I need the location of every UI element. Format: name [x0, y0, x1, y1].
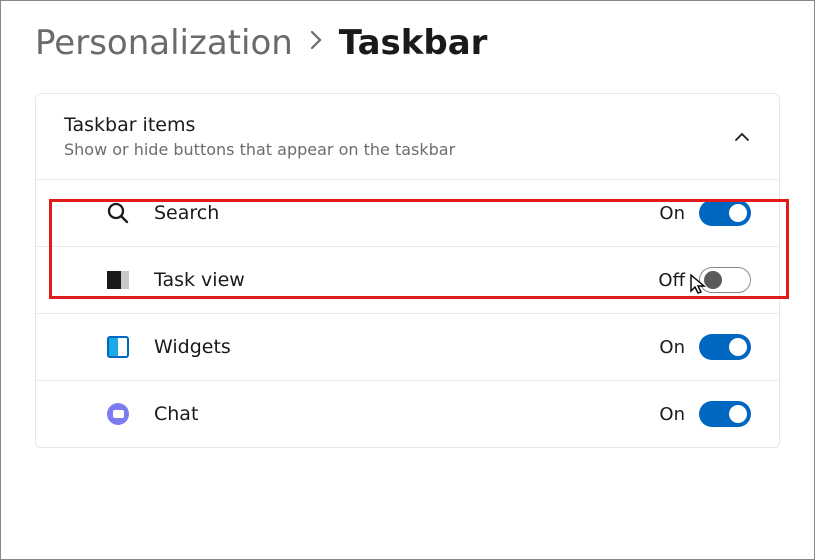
item-label: Widgets — [154, 336, 651, 358]
taskbar-items-panel: Taskbar items Show or hide buttons that … — [35, 93, 780, 448]
breadcrumb-parent[interactable]: Personalization — [35, 23, 293, 63]
item-label: Search — [154, 202, 651, 224]
item-state: On — [651, 337, 685, 358]
section-header[interactable]: Taskbar items Show or hide buttons that … — [36, 94, 779, 180]
taskbar-item-chat: Chat On — [36, 381, 779, 447]
taskbar-item-widgets: Widgets On — [36, 314, 779, 381]
toggle-widgets[interactable] — [699, 334, 751, 360]
section-subtitle: Show or hide buttons that appear on the … — [64, 140, 733, 159]
item-state: On — [651, 404, 685, 425]
search-icon — [106, 201, 130, 225]
chat-icon — [106, 402, 130, 426]
item-state: On — [651, 203, 685, 224]
toggle-chat[interactable] — [699, 401, 751, 427]
item-label: Chat — [154, 403, 651, 425]
item-label: Task view — [154, 269, 651, 291]
section-title: Taskbar items — [64, 114, 733, 136]
taskbar-item-taskview: Task view Off — [36, 247, 779, 314]
widgets-icon — [106, 335, 130, 359]
item-state: Off — [651, 270, 685, 291]
breadcrumb: Personalization Taskbar — [1, 1, 814, 81]
breadcrumb-current: Taskbar — [339, 23, 488, 63]
taskbar-item-search: Search On — [36, 180, 779, 247]
toggle-search[interactable] — [699, 200, 751, 226]
chevron-right-icon — [309, 28, 323, 58]
toggle-taskview[interactable] — [699, 267, 751, 293]
taskview-icon — [106, 268, 130, 292]
chevron-up-icon[interactable] — [733, 128, 751, 146]
